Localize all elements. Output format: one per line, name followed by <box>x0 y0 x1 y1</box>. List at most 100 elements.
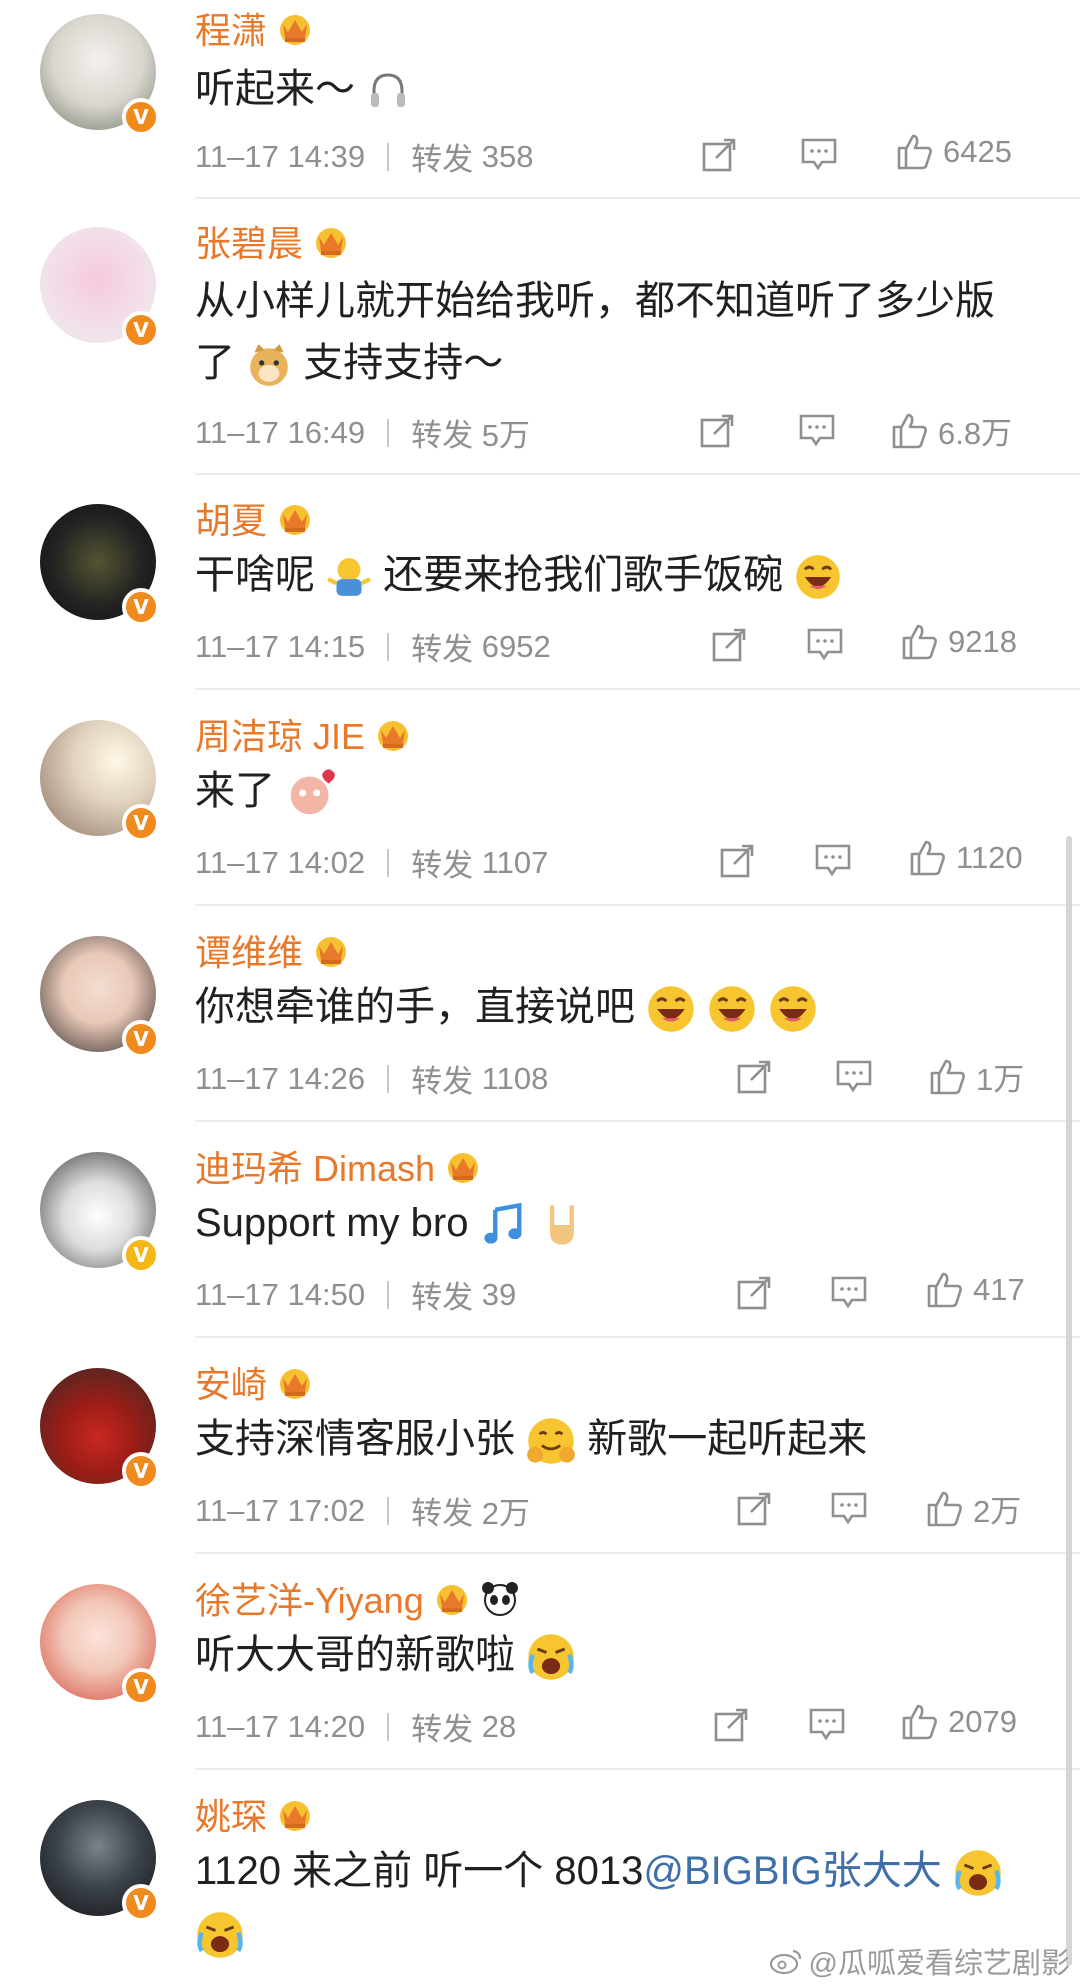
timestamp: 11–17 14:15 <box>195 628 366 664</box>
avatar[interactable]: V <box>40 227 160 349</box>
share-icon[interactable] <box>712 1704 750 1744</box>
avatar[interactable]: V <box>40 1152 160 1274</box>
comment-icon[interactable] <box>835 1056 873 1096</box>
comment-icon[interactable] <box>814 840 852 880</box>
comment-text-line: 从小样儿就开始给我听，都不知道听了多少版 <box>195 279 995 323</box>
comment-text-line: 支持支持～ <box>303 341 504 385</box>
laugh-emoji-icon <box>646 985 696 1034</box>
username[interactable]: 张碧晨 <box>195 215 351 267</box>
crown-icon <box>280 15 311 45</box>
like-button[interactable]: 1120 <box>908 838 1023 878</box>
weibo-logo-icon <box>769 1949 801 1975</box>
comment-text: 支持深情客服小张 新歌一起听起来 <box>195 1408 867 1470</box>
username-text[interactable]: 程潇 <box>195 2 267 54</box>
repost-count: 2万 <box>481 1496 530 1531</box>
cry-laugh-emoji-icon <box>795 554 842 601</box>
share-icon[interactable] <box>710 624 748 664</box>
comment-icon[interactable] <box>800 134 838 174</box>
comment-text-content: 你想牵谁的手，直接说吧 <box>195 985 635 1029</box>
avatar[interactable]: V <box>40 1800 160 1922</box>
separator <box>195 1768 1080 1770</box>
timestamp: 11–17 17:02 <box>195 1492 366 1528</box>
watermark-text: @瓜呱爱看综艺剧影 <box>808 1948 1070 1980</box>
like-button[interactable]: 417 <box>925 1270 1025 1310</box>
repost-label: 转发 <box>411 848 474 883</box>
comment-text-content: 来了 <box>195 769 275 813</box>
share-icon[interactable] <box>735 1272 773 1312</box>
username[interactable]: 徐艺洋-Yiyang <box>195 1572 520 1624</box>
username-text[interactable]: 胡夏 <box>195 492 267 544</box>
comment-text-content: 1120 来之前 听一个 8013 <box>195 1849 644 1893</box>
avatar[interactable]: V <box>40 720 160 842</box>
like-icon <box>927 1272 962 1308</box>
like-icon <box>927 1491 962 1526</box>
username[interactable]: 程潇 <box>195 2 315 54</box>
username-text[interactable]: 安崎 <box>195 1356 267 1408</box>
username[interactable]: 安崎 <box>195 1356 315 1408</box>
username-text[interactable]: 谭维维 <box>195 924 303 976</box>
repost-label: 转发 <box>411 1064 474 1099</box>
comment-meta: 11–17 14:50 转发 39 <box>195 1272 516 1317</box>
username[interactable]: 姚琛 <box>195 1788 315 1840</box>
comment-icon[interactable] <box>798 410 836 450</box>
divider <box>387 1712 390 1741</box>
crown-icon <box>316 228 347 258</box>
comment-text: 从小样儿就开始给我听，都不知道听了多少版 了 支持支持～ <box>195 270 995 394</box>
share-icon[interactable] <box>718 840 756 880</box>
like-count: 6425 <box>943 134 1012 169</box>
username-text[interactable]: 姚琛 <box>195 1788 267 1840</box>
avatar[interactable]: V <box>40 14 160 136</box>
share-icon[interactable] <box>700 134 738 174</box>
username-text[interactable]: 迪玛希 Dimash <box>195 1140 435 1192</box>
comment-meta: 11–17 14:15 转发 6952 <box>195 624 551 669</box>
comment-text-content: 听大大哥的新歌啦 <box>195 1633 515 1677</box>
timestamp: 11–17 14:39 <box>195 138 366 174</box>
comment-icon[interactable] <box>830 1272 868 1312</box>
like-icon <box>902 1704 937 1740</box>
username[interactable]: 谭维维 <box>195 924 351 976</box>
comment-text-content: 干啥呢 <box>195 553 315 597</box>
avatar[interactable]: V <box>40 1368 160 1490</box>
like-button[interactable]: 6.8万 <box>890 408 1012 453</box>
comment-text-content: 支持深情客服小张 <box>195 1417 515 1461</box>
divider <box>387 848 390 877</box>
separator <box>195 1336 1080 1338</box>
like-button[interactable]: 9218 <box>900 622 1017 662</box>
comment-icon[interactable] <box>830 1488 868 1528</box>
like-button[interactable]: 6425 <box>895 132 1012 172</box>
username-text[interactable]: 徐艺洋-Yiyang <box>195 1572 424 1624</box>
avatar[interactable]: V <box>40 1584 160 1706</box>
comment-meta: 11–17 14:20 转发 28 <box>195 1704 516 1749</box>
username-text[interactable]: 周洁琼 JIE <box>195 708 365 760</box>
like-icon <box>910 840 945 876</box>
username[interactable]: 迪玛希 Dimash <box>195 1140 483 1192</box>
username-text[interactable]: 张碧晨 <box>195 215 303 267</box>
avatar[interactable]: V <box>40 936 160 1058</box>
like-button[interactable]: 2万 <box>925 1486 1021 1531</box>
like-button[interactable]: 2079 <box>900 1702 1017 1742</box>
comment-icon[interactable] <box>806 624 844 664</box>
music-note-icon <box>483 1203 522 1244</box>
repost-label: 转发 <box>411 1280 474 1315</box>
share-icon[interactable] <box>735 1488 773 1528</box>
comment-text-content: Support my bro <box>195 1201 469 1245</box>
verified-badge-icon: V <box>122 1668 160 1706</box>
like-count: 1120 <box>956 840 1023 875</box>
repost-count: 1107 <box>481 844 549 880</box>
comment-icon[interactable] <box>808 1704 846 1744</box>
timestamp: 11–17 14:02 <box>195 844 366 880</box>
mention-link[interactable]: @BIGBIG张大大 <box>643 1849 941 1893</box>
comment-text: 你想牵谁的手，直接说吧 <box>195 976 818 1038</box>
share-icon[interactable] <box>735 1056 773 1096</box>
username[interactable]: 周洁琼 JIE <box>195 708 413 760</box>
username[interactable]: 胡夏 <box>195 492 315 544</box>
repost-label: 转发 <box>411 1496 474 1531</box>
like-button[interactable]: 1万 <box>928 1054 1024 1099</box>
scrollbar[interactable] <box>1066 836 1072 1966</box>
hug-emoji-icon <box>527 1418 575 1465</box>
verified-badge-icon: V <box>122 1452 160 1490</box>
crown-icon <box>448 1153 479 1183</box>
comment-meta: 11–17 17:02 转发 2万 <box>195 1488 530 1533</box>
avatar[interactable]: V <box>40 504 160 626</box>
share-icon[interactable] <box>698 410 736 450</box>
